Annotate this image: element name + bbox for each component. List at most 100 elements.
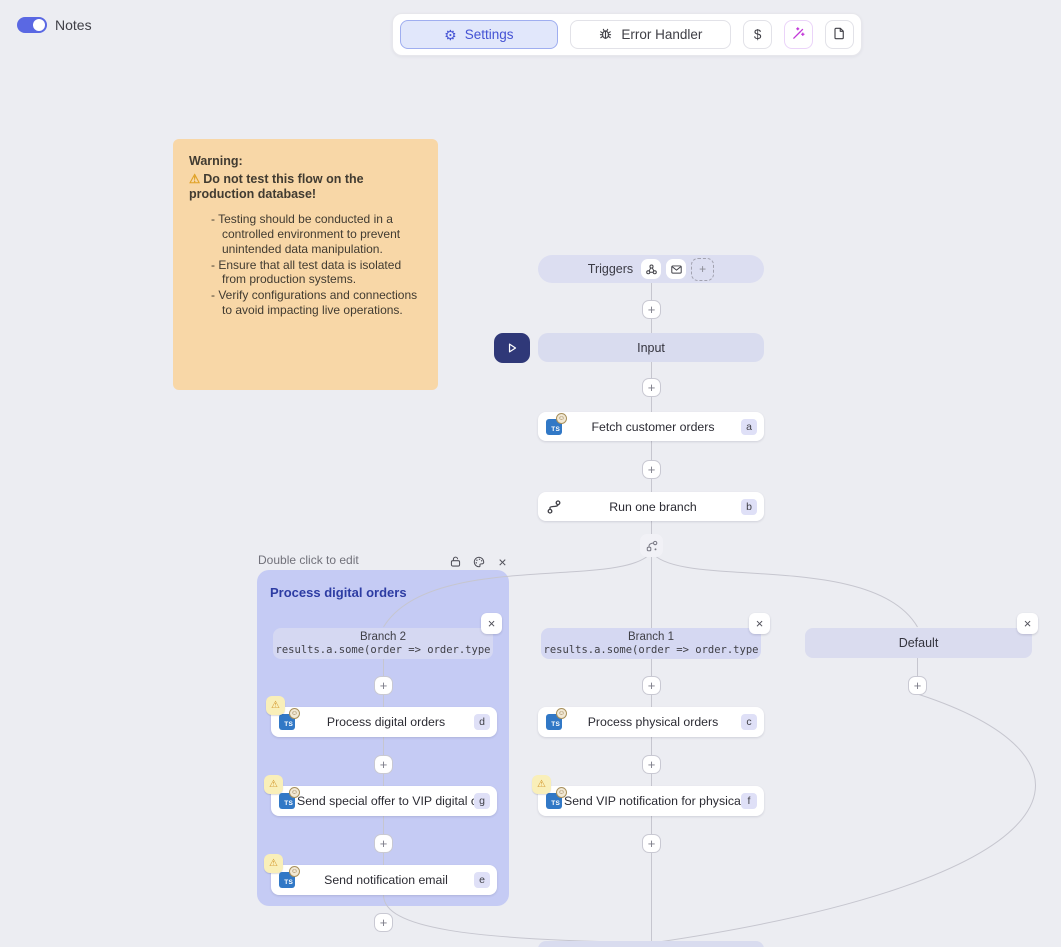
node-title: Run one branch xyxy=(538,500,764,514)
node-key-badge: f xyxy=(741,793,757,809)
merge-node-partial[interactable] xyxy=(538,941,764,947)
node-title: Send notification email xyxy=(271,873,497,887)
add-node-button[interactable] xyxy=(374,755,393,774)
note-bullet: Verify configurations and connections to… xyxy=(211,288,422,318)
add-node-button[interactable] xyxy=(374,834,393,853)
node-process-physical-orders[interactable]: Process physical orders c xyxy=(538,707,764,737)
group-title: Process digital orders xyxy=(270,585,407,600)
node-avatar-icon xyxy=(556,708,567,719)
node-key-badge: e xyxy=(474,872,490,888)
branch2-condition-node[interactable]: Branch 2 results.a.some(order => order.t… xyxy=(273,628,493,659)
typescript-node-icon xyxy=(546,714,562,730)
input-node-label: Input xyxy=(637,341,665,355)
branch-condition: results.a.some(order => order.type xyxy=(276,644,491,657)
error-handler-button[interactable]: Error Handler xyxy=(570,20,732,49)
envelope-icon xyxy=(670,263,683,276)
node-warning-icon xyxy=(264,854,283,873)
document-icon xyxy=(832,26,847,44)
note-bullet: Ensure that all test data is isolated fr… xyxy=(211,258,422,288)
triggers-label: Triggers xyxy=(588,262,633,276)
webhook-trigger-button[interactable] xyxy=(641,259,661,279)
magic-wand-button[interactable] xyxy=(784,20,813,49)
group-close-button[interactable] xyxy=(495,554,510,569)
node-key-badge: g xyxy=(474,793,490,809)
node-avatar-icon xyxy=(556,413,567,424)
node-avatar-icon xyxy=(289,787,300,798)
node-avatar-icon xyxy=(289,866,300,877)
delete-branch2-button[interactable] xyxy=(481,613,502,634)
add-node-button[interactable] xyxy=(374,913,393,932)
node-warning-icon xyxy=(532,775,551,794)
typescript-node-icon xyxy=(546,793,562,809)
delete-branch1-button[interactable] xyxy=(749,613,770,634)
webhook-icon xyxy=(645,263,658,276)
add-trigger-button[interactable] xyxy=(691,258,714,281)
add-node-button[interactable] xyxy=(642,755,661,774)
node-key-badge: d xyxy=(474,714,490,730)
document-button[interactable] xyxy=(825,20,854,49)
notes-toggle[interactable] xyxy=(17,17,47,33)
notes-toggle-label: Notes xyxy=(55,17,92,33)
node-title: Send VIP notification for physical... xyxy=(538,794,764,808)
node-key-badge: c xyxy=(741,714,757,730)
sticky-note[interactable]: Warning: ⚠Do not test this flow on the p… xyxy=(173,139,438,390)
input-node[interactable]: Input xyxy=(538,333,764,362)
note-bullet: Testing should be conducted in a control… xyxy=(211,212,422,257)
branch-name: Default xyxy=(899,636,939,650)
node-process-digital-orders[interactable]: Process digital orders d xyxy=(271,707,497,737)
settings-button[interactable]: ⚙ Settings xyxy=(400,20,558,49)
warning-icon: ⚠ xyxy=(189,172,200,186)
node-run-one-branch[interactable]: Run one branch b xyxy=(538,492,764,521)
note-title: Warning: xyxy=(189,154,422,170)
typescript-node-icon xyxy=(279,872,295,888)
node-title: Process physical orders xyxy=(538,715,764,729)
node-send-notification-email[interactable]: Send notification email e xyxy=(271,865,497,895)
email-trigger-button[interactable] xyxy=(666,259,686,279)
top-toolbar: ⚙ Settings Error Handler $ xyxy=(392,13,862,56)
run-flow-button[interactable] xyxy=(494,333,530,363)
branch-condition: results.a.some(order => order.type xyxy=(544,644,759,657)
add-node-button[interactable] xyxy=(908,676,927,695)
typescript-node-icon xyxy=(546,419,562,435)
play-icon xyxy=(505,341,519,355)
notes-toggle-knob xyxy=(33,19,45,31)
node-title: Fetch customer orders xyxy=(538,420,764,434)
group-lock-button[interactable] xyxy=(448,554,463,569)
node-warning-icon xyxy=(264,775,283,794)
node-title: Process digital orders xyxy=(271,715,497,729)
node-avatar-icon xyxy=(556,787,567,798)
connector-lines xyxy=(0,0,1061,947)
note-bullet-list: Testing should be conducted in a control… xyxy=(189,212,422,318)
node-key-badge: a xyxy=(741,419,757,435)
delete-default-branch-button[interactable] xyxy=(1017,613,1038,634)
node-fetch-customer-orders[interactable]: Fetch customer orders a xyxy=(538,412,764,441)
add-node-button[interactable] xyxy=(642,378,661,397)
add-node-button[interactable] xyxy=(642,676,661,695)
magic-wand-icon xyxy=(791,26,806,44)
billing-button[interactable]: $ xyxy=(743,20,772,49)
default-branch-node[interactable]: Default xyxy=(805,628,1032,658)
node-title: Send special offer to VIP digital c... xyxy=(271,794,497,808)
triggers-node[interactable]: Triggers xyxy=(538,255,764,283)
dollar-icon: $ xyxy=(754,27,762,42)
add-node-button[interactable] xyxy=(642,300,661,319)
branch1-condition-node[interactable]: Branch 1 results.a.some(order => order.t… xyxy=(541,628,761,659)
branch-name: Branch 2 xyxy=(360,631,406,644)
add-node-button[interactable] xyxy=(642,834,661,853)
node-warning-icon xyxy=(266,696,285,715)
group-color-button[interactable] xyxy=(471,554,486,569)
note-warning-line: ⚠Do not test this flow on the production… xyxy=(189,172,422,203)
gear-icon: ⚙ xyxy=(444,28,457,42)
settings-button-label: Settings xyxy=(465,27,514,42)
branch-icon xyxy=(546,499,562,515)
node-send-special-offer[interactable]: Send special offer to VIP digital c... g xyxy=(271,786,497,816)
group-edit-hint: Double click to edit xyxy=(258,553,359,567)
branch-name: Branch 1 xyxy=(628,631,674,644)
add-node-button[interactable] xyxy=(374,676,393,695)
flow-canvas[interactable]: Notes ⚙ Settings Error Handler $ xyxy=(0,0,1061,947)
branch-split-icon xyxy=(640,534,663,557)
node-send-vip-notification[interactable]: Send VIP notification for physical... f xyxy=(538,786,764,816)
group-process-digital-orders[interactable] xyxy=(257,570,509,906)
add-node-button[interactable] xyxy=(642,460,661,479)
bug-icon xyxy=(598,26,613,44)
